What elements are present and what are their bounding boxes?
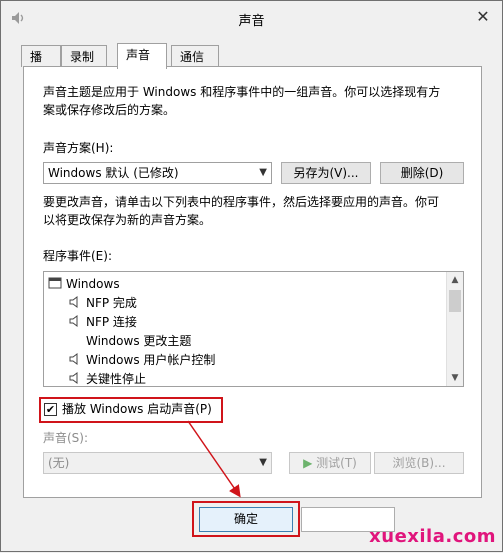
list-item[interactable]: NFP 完成 — [68, 294, 137, 313]
title-bar: 声音 ✕ — [1, 1, 502, 35]
list-item-label: 关键性停止 — [86, 372, 147, 386]
test-button[interactable]: ▶ 测试(T) — [289, 452, 371, 474]
list-item-root[interactable]: Windows — [48, 275, 120, 294]
scroll-up-icon[interactable]: ▲ — [447, 272, 463, 288]
tab-sounds[interactable]: 声音 — [117, 43, 167, 69]
help-text-line1: 要更改声音，请单击以下列表中的程序事件，然后选择要应用的声音。你可 — [43, 195, 440, 209]
close-icon: ✕ — [476, 7, 490, 26]
scheme-select[interactable]: Windows 默认 (已修改) ▼ — [43, 162, 272, 184]
window-icon — [48, 277, 62, 289]
sounds-panel: 声音主题是应用于 Windows 和程序事件中的一组声音。你可以选择现有方 案或… — [23, 66, 482, 498]
delete-button[interactable]: 删除(D) — [380, 162, 464, 184]
list-item-label: NFP 连接 — [86, 315, 137, 329]
help-text-line2: 以将更改保存为新的声音方案。 — [43, 213, 212, 227]
chevron-down-icon: ▼ — [259, 167, 267, 178]
sound-value: (无) — [48, 456, 70, 470]
save-as-button[interactable]: 另存为(V)... — [281, 162, 371, 184]
speaker-icon — [69, 372, 78, 384]
sound-label: 声音(S): — [43, 431, 89, 445]
window-title: 声音 — [238, 14, 265, 29]
checkmark-icon: ✔ — [45, 403, 56, 416]
list-item-label: Windows — [66, 277, 120, 291]
intro-text-line2: 案或保存修改后的方案。 — [43, 103, 176, 117]
speaker-icon — [69, 296, 78, 308]
ok-button[interactable]: 确定 — [199, 507, 293, 532]
list-item[interactable]: NFP 连接 — [68, 313, 137, 332]
scheme-value: Windows 默认 (已修改) — [48, 166, 179, 180]
scroll-down-icon[interactable]: ▼ — [447, 370, 463, 386]
close-button[interactable]: ✕ — [470, 7, 496, 27]
list-item[interactable]: 关键性停止 — [68, 370, 147, 386]
play-icon: ▶ — [303, 456, 313, 470]
tab-communications[interactable]: 通信 — [171, 45, 219, 67]
events-scrollbar[interactable]: ▲ ▼ — [446, 272, 463, 386]
startup-sound-checkbox[interactable]: ✔ — [44, 403, 57, 416]
scroll-thumb[interactable] — [449, 290, 461, 312]
program-events-list[interactable]: Windows NFP 完成 NFP 连接 Windows 更改主题 Windo… — [43, 271, 464, 387]
intro-text-line1: 声音主题是应用于 Windows 和程序事件中的一组声音。你可以选择现有方 — [43, 85, 441, 99]
speaker-icon — [69, 315, 78, 327]
tab-recording[interactable]: 录制 — [61, 45, 107, 67]
list-item[interactable]: Windows 更改主题 — [86, 332, 191, 351]
events-label: 程序事件(E): — [43, 249, 112, 263]
browse-button[interactable]: 浏览(B)... — [374, 452, 464, 474]
list-item[interactable]: Windows 用户帐户控制 — [68, 351, 215, 370]
sound-dialog: 声音 ✕ 播放 录制 声音 通信 声音主题是应用于 Windows 和程序事件中… — [0, 0, 503, 552]
startup-sound-label[interactable]: 播放 Windows 启动声音(P) — [62, 400, 212, 418]
list-item-label: NFP 完成 — [86, 296, 137, 310]
test-button-label: 测试(T) — [316, 456, 357, 470]
list-item-label: Windows 用户帐户控制 — [86, 353, 216, 367]
site-watermark: xuexila.com — [369, 526, 496, 547]
tab-playback[interactable]: 播放 — [21, 45, 61, 86]
chevron-down-icon: ▼ — [259, 457, 267, 468]
list-item-label: Windows 更改主题 — [86, 334, 192, 348]
sound-select[interactable]: (无) ▼ — [43, 452, 272, 474]
speaker-icon — [69, 353, 78, 365]
scheme-label: 声音方案(H): — [43, 141, 114, 155]
